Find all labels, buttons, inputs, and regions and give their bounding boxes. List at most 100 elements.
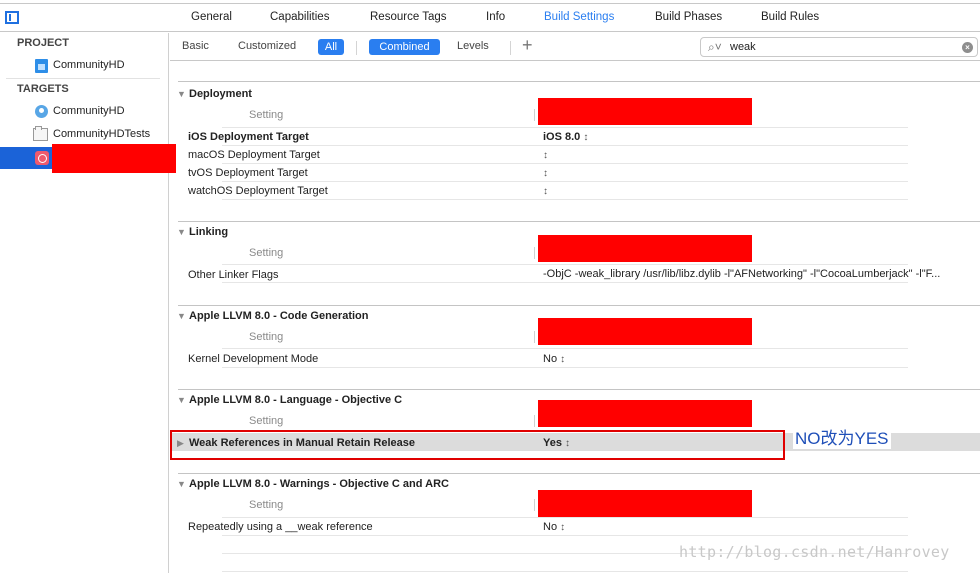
tab-resource-tags[interactable]: Resource Tags: [370, 11, 447, 23]
setting-column-header: Setting: [249, 247, 284, 259]
target-item-label: CommunityHDTests: [53, 128, 151, 140]
target-item-communityhdtests[interactable]: CommunityHDTests: [0, 124, 168, 146]
divider: [6, 78, 160, 79]
divider: [510, 41, 511, 55]
target-item-communityhd[interactable]: CommunityHD: [0, 101, 168, 123]
row-divider: [222, 163, 908, 164]
group-title: Linking: [189, 226, 229, 238]
tab-general[interactable]: General: [191, 11, 232, 23]
sidebar-toggle-icon[interactable]: [5, 11, 19, 24]
build-settings-filter-bar: Basic Customized All Combined Levels + ⌕…: [170, 33, 980, 61]
disclosure-triangle-icon: ▼: [177, 311, 186, 321]
stepper-icon: ↕: [543, 186, 548, 197]
group-divider: [178, 221, 980, 222]
redaction-box: [538, 490, 752, 517]
group-title: Apple LLVM 8.0 - Warnings - Objective C …: [189, 478, 449, 490]
setting-column-header: Setting: [249, 415, 284, 427]
targets-header: TARGETS: [17, 83, 69, 95]
tab-build-settings[interactable]: Build Settings: [544, 11, 614, 23]
disclosure-triangle-icon: ▼: [177, 227, 186, 237]
setting-name[interactable]: Kernel Development Mode: [188, 353, 318, 365]
clear-search-icon[interactable]: ×: [962, 42, 973, 53]
search-icon: ⌕˅: [708, 40, 722, 54]
group-title: Deployment: [189, 88, 252, 100]
setting-name[interactable]: iOS Deployment Target: [188, 131, 309, 143]
filter-levels[interactable]: Levels: [457, 40, 489, 52]
filter-customized[interactable]: Customized: [238, 40, 296, 52]
setting-name[interactable]: watchOS Deployment Target: [188, 185, 328, 197]
editor-tab-bar: General Capabilities Resource Tags Info …: [0, 4, 980, 32]
row-divider: [222, 571, 908, 572]
test-bundle-icon: [33, 126, 48, 141]
setting-value[interactable]: -ObjC -weak_library /usr/lib/libz.dylib …: [543, 268, 940, 280]
stepper-icon: ↕: [560, 522, 566, 533]
setting-column-header: Setting: [249, 109, 284, 121]
column-divider: [534, 109, 535, 121]
group-divider: [178, 81, 980, 82]
app-icon: [35, 151, 49, 165]
stepper-icon: ↕: [560, 354, 566, 365]
row-divider: [222, 181, 908, 182]
stepper-icon: ↕: [543, 168, 548, 179]
setting-value[interactable]: No ↕: [543, 353, 565, 365]
row-divider: [222, 264, 908, 265]
tab-capabilities[interactable]: Capabilities: [270, 11, 329, 23]
row-divider: [222, 127, 908, 128]
redaction-box: [538, 235, 752, 262]
filter-all[interactable]: All: [318, 39, 344, 55]
add-setting-button[interactable]: +: [522, 35, 533, 56]
group-divider: [178, 305, 980, 306]
annotation-highlight-box: [170, 430, 785, 460]
setting-value[interactable]: iOS 8.0 ↕: [543, 131, 588, 143]
watermark: http://blog.csdn.net/Hanrovey: [679, 543, 950, 561]
setting-name[interactable]: Other Linker Flags: [188, 269, 278, 281]
stepper-icon: ↕: [583, 132, 589, 143]
redaction-box: [538, 400, 752, 427]
redaction-box: [52, 144, 176, 173]
column-divider: [534, 331, 535, 343]
target-item-label: CommunityHD: [53, 105, 125, 117]
project-item-label: CommunityHD: [53, 59, 125, 71]
row-divider: [222, 517, 908, 518]
setting-name[interactable]: tvOS Deployment Target: [188, 167, 308, 179]
tab-info[interactable]: Info: [486, 11, 505, 23]
tab-build-rules[interactable]: Build Rules: [761, 11, 819, 23]
group-divider: [178, 473, 980, 474]
divider: [356, 41, 357, 55]
group-language-objc[interactable]: ▼ Apple LLVM 8.0 - Language - Objective C: [177, 394, 402, 406]
project-navigator: PROJECT CommunityHD TARGETS CommunityHD …: [0, 33, 169, 573]
app-target-icon: [35, 105, 48, 118]
redaction-box: [538, 98, 752, 125]
project-file-icon: [35, 59, 48, 73]
setting-name[interactable]: macOS Deployment Target: [188, 149, 320, 161]
annotation-label: NO改为YES: [793, 424, 891, 449]
setting-value[interactable]: No ↕: [543, 521, 565, 533]
setting-value[interactable]: ↕: [543, 167, 548, 179]
setting-value[interactable]: ↕: [543, 149, 548, 161]
disclosure-triangle-icon: ▼: [177, 479, 186, 489]
search-input[interactable]: weak: [730, 41, 756, 53]
group-warnings-objc-arc[interactable]: ▼ Apple LLVM 8.0 - Warnings - Objective C…: [177, 478, 449, 490]
project-item-communityhd[interactable]: CommunityHD: [0, 55, 168, 77]
row-divider: [222, 145, 908, 146]
setting-name[interactable]: Repeatedly using a __weak reference: [188, 521, 373, 533]
search-field[interactable]: ⌕˅ weak ×: [700, 37, 978, 57]
group-code-generation[interactable]: ▼ Apple LLVM 8.0 - Code Generation: [177, 310, 368, 322]
group-linking[interactable]: ▼ Linking: [177, 226, 228, 238]
row-divider: [222, 535, 908, 536]
disclosure-triangle-icon: ▼: [177, 89, 186, 99]
filter-combined[interactable]: Combined: [369, 39, 440, 55]
setting-value[interactable]: ↕: [543, 185, 548, 197]
row-divider: [222, 348, 908, 349]
column-divider: [534, 415, 535, 427]
filter-basic[interactable]: Basic: [182, 40, 209, 52]
setting-column-header: Setting: [249, 331, 284, 343]
column-divider: [534, 499, 535, 511]
group-divider: [178, 389, 980, 390]
disclosure-triangle-icon: ▼: [177, 395, 186, 405]
row-divider: [222, 367, 908, 368]
row-divider: [222, 199, 908, 200]
group-deployment[interactable]: ▼ Deployment: [177, 88, 252, 100]
group-title: Apple LLVM 8.0 - Language - Objective C: [189, 394, 403, 406]
tab-build-phases[interactable]: Build Phases: [655, 11, 722, 23]
